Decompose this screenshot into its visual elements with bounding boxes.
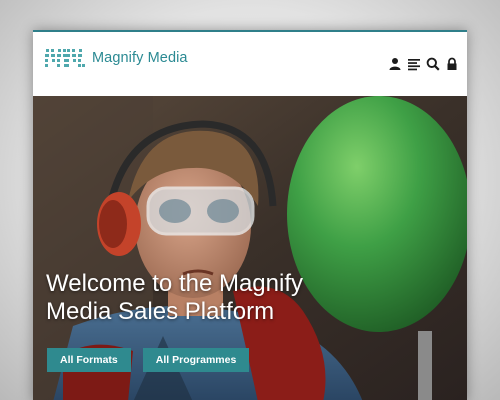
- hero-button-group: All Formats All Programmes: [47, 348, 261, 372]
- hero-banner: Welcome to the Magnify Media Sales Platf…: [33, 96, 467, 400]
- user-icon[interactable]: [388, 57, 402, 71]
- site-header: Magnify Media: [33, 32, 467, 96]
- all-formats-button[interactable]: All Formats: [47, 348, 131, 372]
- hero-title: Welcome to the Magnify Media Sales Platf…: [46, 270, 304, 325]
- browser-frame: Magnify Media Welcome to the Magnify Med…: [33, 30, 467, 400]
- all-programmes-button[interactable]: All Programmes: [142, 348, 250, 372]
- mm-logo-icon: [45, 49, 85, 67]
- logo-link[interactable]: Magnify Media: [45, 47, 188, 69]
- brand-name: Magnify Media: [92, 50, 188, 66]
- header-icon-bar: [383, 57, 459, 71]
- menu-icon[interactable]: [407, 57, 421, 71]
- search-icon[interactable]: [426, 57, 440, 71]
- lock-icon[interactable]: [445, 57, 459, 71]
